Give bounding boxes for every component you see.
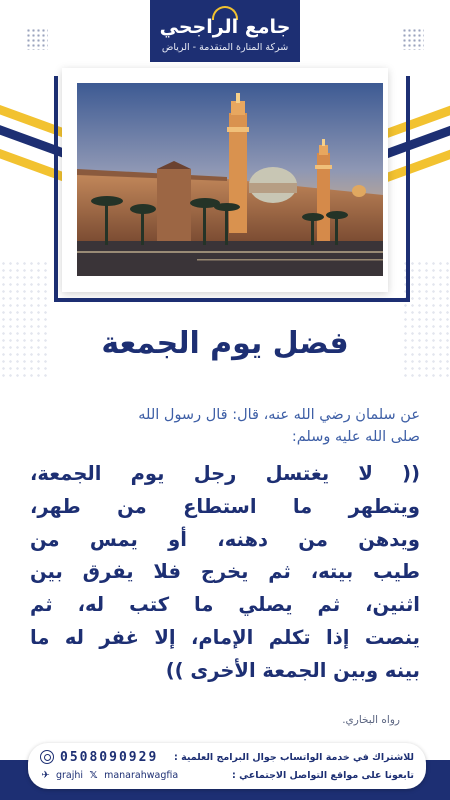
dots-pattern-left [0, 260, 48, 380]
whatsapp-icon [40, 750, 54, 764]
dots-decoration-right [402, 28, 424, 50]
page-title: فضل يوم الجمعة [101, 326, 349, 361]
x-icon[interactable]: 𝕏 [88, 770, 99, 781]
social-links: ✈ grajhi 𝕏 manarahwagfia [40, 770, 178, 781]
hadith-line: ينصت إذا تكلم الإمام، إلا غفر له ما [30, 625, 420, 649]
hadith-line: ويتطهر ما استطاع من طهر، [30, 494, 420, 518]
mosque-illustration [77, 83, 383, 276]
hadith-source: رواه البخاري. [342, 714, 400, 726]
telegram-handle[interactable]: grajhi [56, 770, 83, 781]
mosque-photo [77, 83, 383, 276]
footer-row-whatsapp: 0508090929 للاشتراك في خدمة الواتساب جوا… [40, 749, 414, 765]
header-logo: جامع الراجحي شركة المنارة المتقدمة - الر… [150, 0, 300, 62]
hadith-line: (( لا يغتسل رجل يوم الجمعة، [30, 462, 420, 485]
hadith-line: اثنين، ثم يصلي ما كتب له، ثم [30, 593, 420, 617]
phone-number[interactable]: 0508090929 [60, 750, 158, 765]
hadith-line: بينه وبين الجمعة الأخرى )) [165, 658, 420, 682]
telegram-icon[interactable]: ✈ [40, 770, 51, 781]
hadith-line: طيب بيته، ثم يخرج فلا يفرق بين [30, 560, 420, 584]
dots-decoration-left [26, 28, 48, 50]
hadith-text: (( لا يغتسل رجل يوم الجمعة، ويتطهر ما اس… [30, 458, 420, 688]
whatsapp-contact[interactable]: 0508090929 [40, 750, 158, 765]
hadith-line: ويدهن من دهنه، أو يمس من [30, 527, 420, 551]
x-handle[interactable]: manarahwagfia [104, 770, 178, 781]
narrator-line-1: عن سلمان رضي الله عنه، قال: قال رسول الل… [138, 407, 420, 423]
subscribe-text: للاشتراك في خدمة الواتساب جوال البرامج ا… [174, 751, 414, 763]
footer-row-social: ✈ grajhi 𝕏 manarahwagfia تابعونا على موا… [40, 767, 414, 783]
logo-subtitle: شركة المنارة المتقدمة - الرياض [161, 42, 289, 53]
logo-title: جامع الراجحي [159, 16, 291, 38]
narrator-line-2: صلى الله عليه وسلم: [291, 429, 420, 445]
follow-text: تابعونا على مواقع التواصل الاجتماعي : [232, 769, 414, 781]
